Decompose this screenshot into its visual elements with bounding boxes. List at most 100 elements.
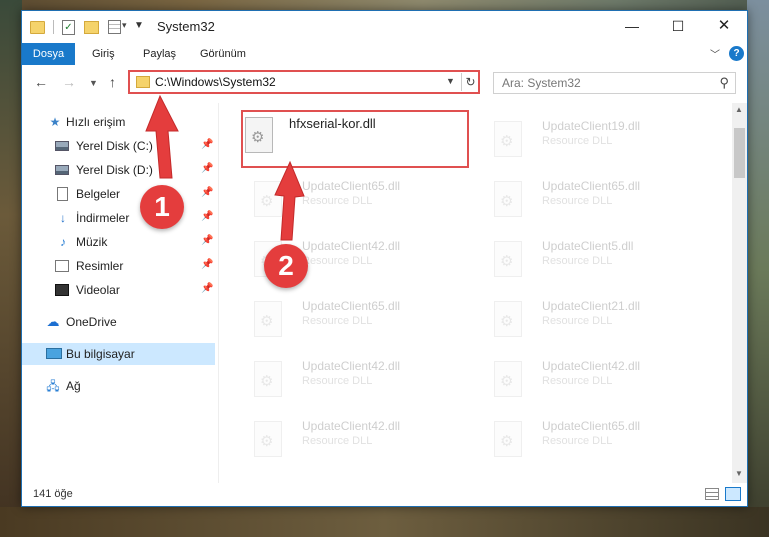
tab-home[interactable]: Giriş: [84, 43, 123, 65]
address-bar[interactable]: C:\Windows\System32 ▼ ↻: [128, 70, 480, 94]
sidebar-item-onedrive[interactable]: ☁ OneDrive: [22, 311, 215, 333]
search-icon[interactable]: ⚲: [719, 75, 729, 91]
file-item[interactable]: UpdateClient65.dll Resource DLL: [240, 175, 470, 227]
recent-locations-icon[interactable]: ▼: [89, 78, 98, 88]
sidebar-item-label: Yerel Disk (D:): [76, 163, 153, 177]
address-path[interactable]: C:\Windows\System32: [155, 75, 276, 89]
dll-file-icon: [494, 421, 522, 457]
search-placeholder: Ara: System32: [502, 76, 581, 90]
file-type: Resource DLL: [542, 435, 613, 447]
dll-file-icon: [494, 361, 522, 397]
folder-icon: [30, 21, 45, 34]
file-type: Resource DLL: [542, 375, 613, 387]
file-name: UpdateClient65.dll: [302, 179, 401, 193]
rename-icon[interactable]: [108, 20, 121, 34]
drive-icon: [55, 141, 69, 151]
file-name: UpdateClient42.dll: [302, 419, 401, 433]
file-item[interactable]: UpdateClient42.dll Resource DLL: [240, 415, 470, 467]
callout-badge-2: 2: [264, 244, 308, 288]
pin-icon[interactable]: 📌: [201, 235, 213, 246]
customize-toolbar-icon[interactable]: ▼: [134, 20, 144, 36]
sidebar-item-this-pc[interactable]: Bu bilgisayar: [22, 343, 215, 365]
file-item[interactable]: UpdateClient65.dll Resource DLL: [480, 415, 710, 467]
sidebar-item-label: Belgeler: [76, 187, 121, 201]
file-name: UpdateClient65.dll: [542, 419, 641, 433]
tab-share[interactable]: Paylaş: [135, 43, 184, 65]
sidebar-item-label: Bu bilgisayar: [66, 347, 135, 361]
file-item[interactable]: UpdateClient42.dll Resource DLL: [240, 355, 470, 407]
file-item[interactable]: UpdateClient19.dll Resource DLL: [480, 115, 710, 167]
up-arrow-icon[interactable]: ↑: [109, 74, 116, 90]
file-item[interactable]: UpdateClient21.dll Resource DLL: [480, 295, 710, 347]
file-type: Resource DLL: [302, 255, 373, 267]
close-button[interactable]: ✕: [701, 11, 747, 41]
window-title: System32: [157, 19, 215, 34]
vertical-scrollbar[interactable]: ▲ ▼: [732, 103, 747, 483]
quick-access-separator: [53, 20, 54, 34]
sidebar-item-videos[interactable]: Videolar 📌: [22, 279, 215, 301]
back-arrow-icon[interactable]: ←: [34, 74, 48, 90]
pane-divider[interactable]: [218, 103, 219, 483]
pin-icon[interactable]: 📌: [201, 187, 213, 198]
details-view-icon[interactable]: [705, 488, 719, 500]
title-bar: ✓ ▾ ▼ System32 — ☐ ✕: [22, 11, 747, 43]
address-history-icon[interactable]: ▼: [446, 76, 455, 86]
download-icon: ↓: [60, 211, 66, 225]
file-list: hfxserial-kor.dll UpdateClient19.dll Res…: [225, 103, 727, 483]
item-count: 141 öğe: [33, 488, 73, 500]
highlight-box: [241, 110, 469, 168]
file-name: UpdateClient65.dll: [542, 179, 641, 193]
pin-icon[interactable]: 📌: [201, 259, 213, 270]
file-name: UpdateClient42.dll: [302, 359, 401, 373]
tab-file[interactable]: Dosya: [22, 43, 75, 65]
tiles-view-icon[interactable]: [725, 487, 741, 501]
file-type: Resource DLL: [542, 135, 613, 147]
scroll-down-icon[interactable]: ▼: [735, 469, 743, 478]
file-name: UpdateClient19.dll: [542, 119, 641, 133]
file-item[interactable]: UpdateClient65.dll Resource DLL: [240, 295, 470, 347]
scroll-thumb[interactable]: [734, 128, 745, 178]
sidebar-item-documents[interactable]: Belgeler 📌: [22, 183, 215, 205]
file-item[interactable]: UpdateClient42.dll Resource DLL: [480, 355, 710, 407]
help-icon[interactable]: ?: [729, 46, 744, 61]
star-icon: ★: [49, 115, 61, 129]
sidebar-item-drive-c[interactable]: Yerel Disk (C:) 📌: [22, 135, 215, 157]
pin-icon[interactable]: 📌: [201, 163, 213, 174]
pin-icon[interactable]: 📌: [201, 139, 213, 150]
file-type: Resource DLL: [302, 315, 373, 327]
file-name: UpdateClient5.dll: [542, 239, 634, 253]
pin-icon[interactable]: 📌: [201, 211, 213, 222]
ribbon-tabs: Dosya Giriş Paylaş Görünüm ﹀ ?: [22, 43, 747, 65]
dll-file-icon: [254, 181, 282, 217]
file-type: Resource DLL: [302, 195, 373, 207]
properties-check-icon[interactable]: ✓: [62, 20, 75, 35]
sidebar-item-pictures[interactable]: Resimler 📌: [22, 255, 215, 277]
dll-file-icon: [254, 361, 282, 397]
file-item[interactable]: UpdateClient5.dll Resource DLL: [480, 235, 710, 287]
minimize-button[interactable]: —: [609, 11, 655, 41]
expand-ribbon-icon[interactable]: ﹀: [710, 46, 720, 61]
dll-file-icon: [254, 421, 282, 457]
chevron-down-icon[interactable]: ▾: [122, 20, 127, 36]
maximize-button[interactable]: ☐: [655, 11, 701, 41]
new-folder-icon[interactable]: [84, 21, 99, 34]
sidebar-item-music[interactable]: ♪ Müzik 📌: [22, 231, 215, 253]
sidebar-item-downloads[interactable]: ↓ İndirmeler 📌: [22, 207, 215, 229]
tab-view[interactable]: Görünüm: [192, 43, 254, 65]
pin-icon[interactable]: 📌: [201, 283, 213, 294]
video-icon: [55, 284, 69, 296]
refresh-icon[interactable]: ↻: [461, 73, 479, 91]
sidebar-item-label: Hızlı erişim: [66, 115, 126, 129]
dll-file-icon: [494, 241, 522, 277]
file-type: Resource DLL: [542, 315, 613, 327]
sidebar-item-quick-access[interactable]: ★ Hızlı erişim: [22, 111, 215, 133]
sidebar-item-drive-d[interactable]: Yerel Disk (D:) 📌: [22, 159, 215, 181]
scroll-up-icon[interactable]: ▲: [735, 105, 743, 114]
sidebar-item-network[interactable]: 🖧 Ağ: [22, 375, 215, 397]
dll-file-icon: [254, 301, 282, 337]
search-input[interactable]: Ara: System32 ⚲: [493, 72, 736, 94]
file-item[interactable]: UpdateClient65.dll Resource DLL: [480, 175, 710, 227]
forward-arrow-icon[interactable]: →: [62, 74, 76, 90]
status-bar: 141 öğe: [22, 483, 747, 506]
desktop-background-left: [0, 0, 22, 537]
